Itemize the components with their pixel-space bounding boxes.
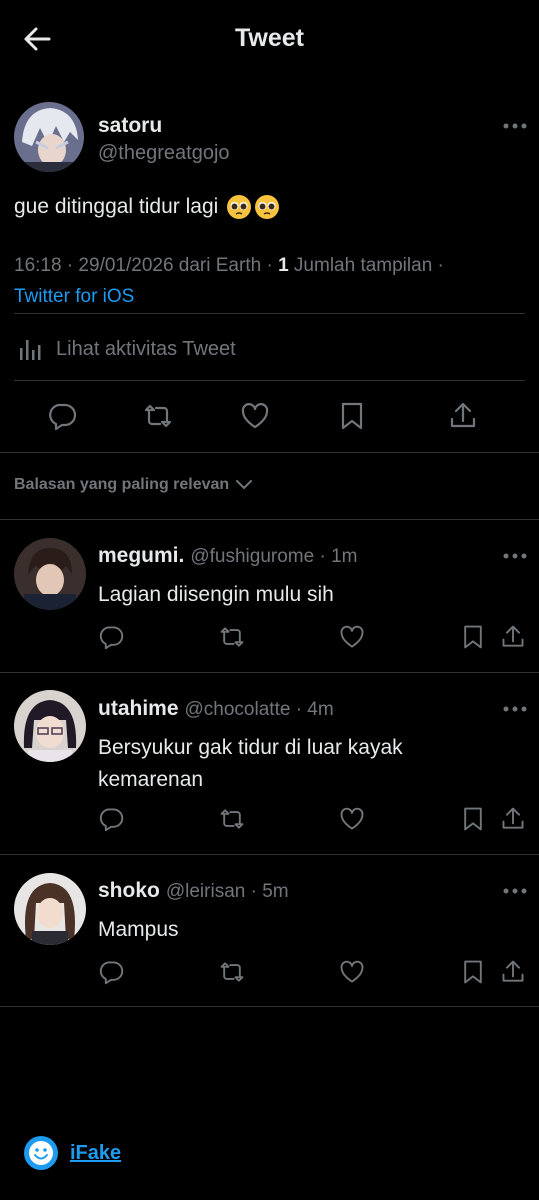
reply-sort-dropdown[interactable]: Balasan yang paling relevan bbox=[14, 476, 253, 494]
tweet-activity-button[interactable]: Lihat aktivitas Tweet bbox=[18, 334, 236, 364]
reply-icon[interactable] bbox=[98, 806, 124, 832]
reply-author-name[interactable]: utahime bbox=[98, 697, 179, 720]
bookmark-icon[interactable] bbox=[337, 401, 367, 431]
more-options-icon[interactable] bbox=[502, 551, 528, 561]
views-count: 1 bbox=[278, 255, 289, 276]
divider bbox=[0, 452, 539, 453]
reply-author-name[interactable]: megumi. bbox=[98, 544, 184, 567]
retweet-icon[interactable] bbox=[219, 959, 245, 985]
reply-item[interactable]: utahime @chocolatte · 4m Bersyukur gak ti… bbox=[0, 673, 539, 854]
sort-label: Balasan yang paling relevan bbox=[14, 476, 230, 493]
reply-item[interactable]: shoko @leirisan · 5m Mampus bbox=[0, 855, 539, 1006]
top-bar: Tweet bbox=[0, 0, 539, 80]
reply-text: Bersyukur gak tidur di luar kayak kemare… bbox=[98, 736, 403, 791]
reply-time: · 5m bbox=[250, 881, 289, 902]
like-icon[interactable] bbox=[339, 806, 365, 832]
author-name[interactable]: satoru bbox=[98, 114, 162, 138]
tweet-body: gue ditinggal tidur lagi bbox=[14, 195, 219, 218]
share-icon[interactable] bbox=[500, 624, 526, 650]
reply-icon[interactable] bbox=[98, 959, 124, 985]
pleading-face-emoji bbox=[254, 194, 280, 220]
reply-text: Lagian diisengin mulu sih bbox=[98, 583, 334, 606]
tweet-action-bar bbox=[0, 401, 539, 437]
reply-header: utahime @chocolatte · 4m bbox=[98, 697, 334, 721]
more-options-icon[interactable] bbox=[502, 886, 528, 896]
analytics-icon bbox=[18, 336, 44, 362]
divider bbox=[14, 313, 525, 314]
reply-item[interactable]: megumi. @fushigurome · 1m Lagian diisengi… bbox=[0, 520, 539, 672]
avatar[interactable] bbox=[14, 538, 86, 610]
bookmark-icon[interactable] bbox=[460, 806, 486, 832]
reply-text: Mampus bbox=[98, 918, 179, 941]
retweet-icon[interactable] bbox=[219, 624, 245, 650]
ifake-brand-label: iFake bbox=[70, 1141, 122, 1164]
reply-time: · 4m bbox=[295, 699, 334, 720]
divider bbox=[14, 380, 525, 381]
like-icon[interactable] bbox=[339, 624, 365, 650]
reply-author-handle[interactable]: @leirisan bbox=[166, 881, 245, 902]
avatar[interactable] bbox=[14, 873, 86, 945]
share-icon[interactable] bbox=[500, 959, 526, 985]
more-options-icon[interactable] bbox=[502, 121, 528, 131]
chevron-down-icon bbox=[235, 479, 253, 491]
divider bbox=[0, 1006, 539, 1007]
share-icon[interactable] bbox=[448, 401, 478, 431]
reply-author-handle[interactable]: @fushigurome bbox=[190, 546, 314, 567]
reply-author-handle[interactable]: @chocolatte bbox=[185, 699, 291, 720]
reply-header: megumi. @fushigurome · 1m bbox=[98, 544, 357, 568]
ifake-logo-icon bbox=[24, 1136, 58, 1170]
tweet-detail-screen: Tweet satoru @thegreatgojo gue ditinggal… bbox=[0, 0, 539, 1200]
like-icon[interactable] bbox=[339, 959, 365, 985]
tweet-meta: 16:18 · 29/01/2026 dari Earth · 1 Jumlah… bbox=[14, 250, 514, 312]
retweet-icon[interactable] bbox=[219, 806, 245, 832]
tweet-timestamp: 16:18 · 29/01/2026 dari Earth · bbox=[14, 255, 279, 276]
avatar[interactable] bbox=[14, 690, 86, 762]
avatar[interactable] bbox=[14, 102, 84, 172]
views-label: Jumlah tampilan · bbox=[288, 255, 444, 276]
ifake-watermark: iFake bbox=[24, 1136, 121, 1170]
like-icon[interactable] bbox=[240, 401, 270, 431]
retweet-icon[interactable] bbox=[143, 401, 173, 431]
more-options-icon[interactable] bbox=[502, 704, 528, 714]
reply-time: · 1m bbox=[319, 546, 358, 567]
share-icon[interactable] bbox=[500, 806, 526, 832]
reply-icon[interactable] bbox=[98, 624, 124, 650]
tweet-text: gue ditinggal tidur lagi bbox=[14, 194, 280, 220]
author-handle[interactable]: @thegreatgojo bbox=[98, 142, 230, 165]
reply-header: shoko @leirisan · 5m bbox=[98, 879, 289, 903]
activity-label: Lihat aktivitas Tweet bbox=[56, 337, 236, 360]
pleading-face-emoji bbox=[226, 194, 252, 220]
page-title: Tweet bbox=[235, 24, 304, 52]
reply-author-name[interactable]: shoko bbox=[98, 879, 160, 902]
bookmark-icon[interactable] bbox=[460, 624, 486, 650]
tweet-source-link[interactable]: Twitter for iOS bbox=[14, 281, 514, 312]
bookmark-icon[interactable] bbox=[460, 959, 486, 985]
reply-icon[interactable] bbox=[47, 401, 77, 431]
